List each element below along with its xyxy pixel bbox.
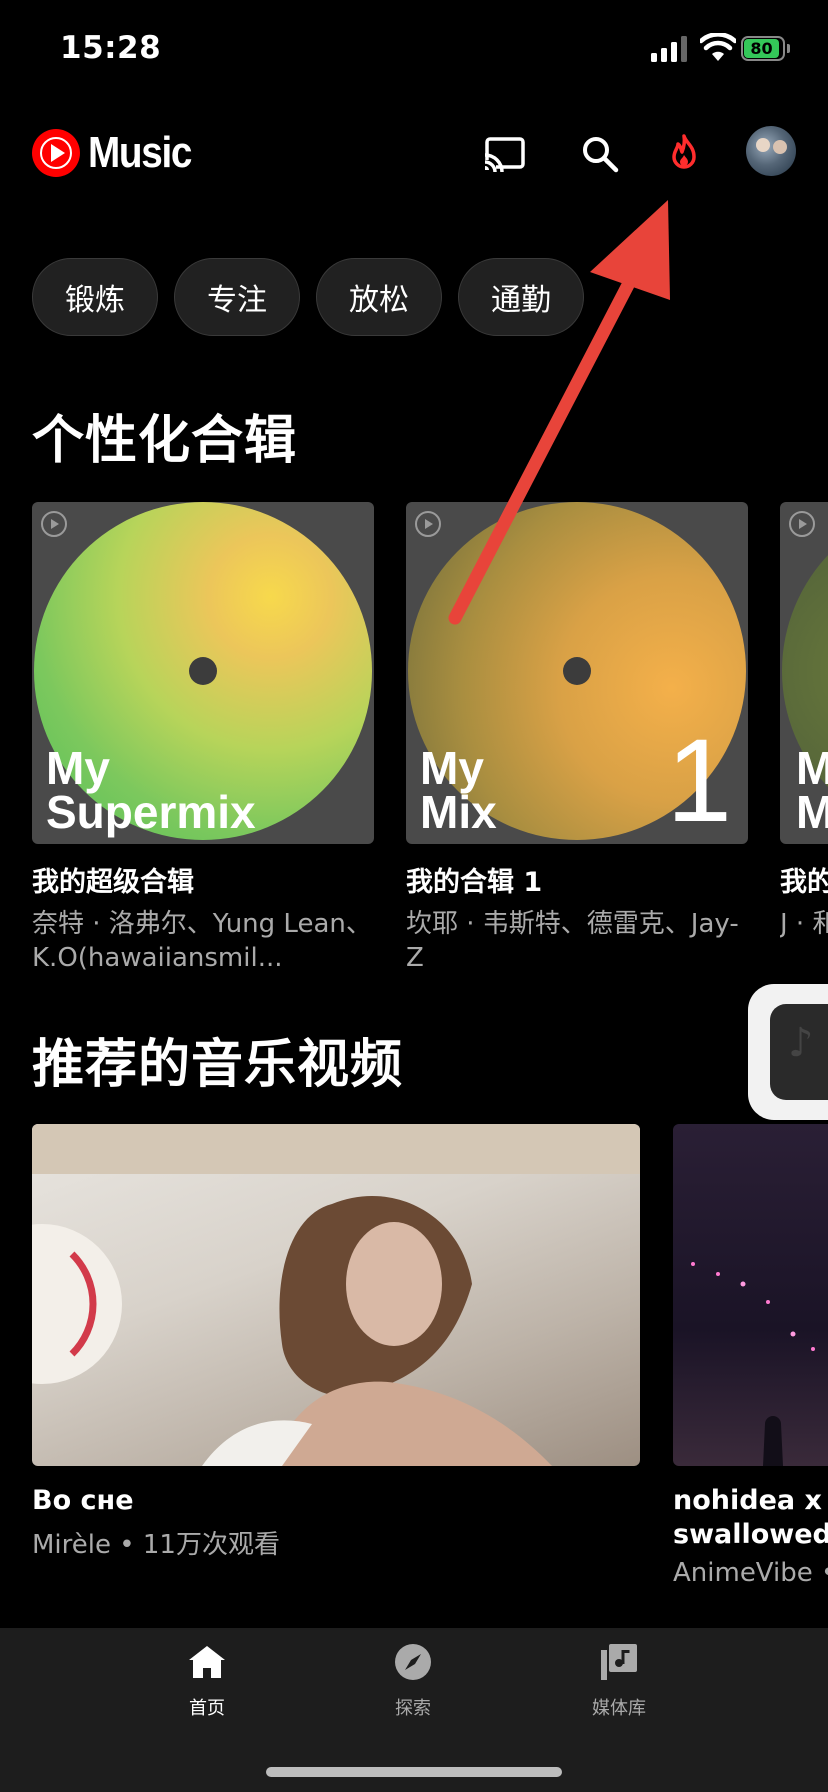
- nav-library-label: 媒体库: [592, 1698, 646, 1719]
- mix-art-label: My Supermix: [46, 742, 256, 838]
- app-header: Music: [0, 110, 828, 190]
- play-badge-icon: [415, 511, 441, 537]
- cast-icon[interactable]: [480, 130, 528, 178]
- home-indicator: [266, 1767, 562, 1777]
- mix-title: 我的超级合辑: [32, 867, 194, 898]
- chip-relax[interactable]: 放松: [316, 258, 442, 336]
- nav-home-label: 首页: [189, 1698, 225, 1719]
- mood-chips: 锻炼 专注 放松 通勤: [32, 258, 584, 336]
- home-icon: [189, 1646, 225, 1678]
- floating-miniplayer[interactable]: ♪: [748, 984, 828, 1120]
- compass-icon: [395, 1644, 431, 1680]
- play-badge-icon: [789, 511, 815, 537]
- avatar[interactable]: [746, 126, 796, 176]
- mix-card-partial[interactable]: M M 我的 J · 和 韦斯: [780, 502, 828, 941]
- section-title-videos: 推荐的音乐视频: [32, 1035, 404, 1095]
- status-time: 15:28: [60, 30, 162, 66]
- video-title: nohidea x ki swallowed n: [673, 1485, 828, 1550]
- nav-explore-label: 探索: [395, 1698, 431, 1719]
- status-bar: 15:28 80: [0, 0, 828, 100]
- section-title-mixes: 个性化合辑: [32, 411, 298, 471]
- video-title: Во сне: [32, 1485, 134, 1516]
- mix-card-mymix-1[interactable]: My Mix 1 我的合辑 1 坎耶 · 韦斯特、德雷克、Jay-Z: [406, 502, 748, 975]
- video-thumbnail: [32, 1124, 640, 1466]
- wifi-icon: [700, 33, 736, 61]
- play-badge-icon: [41, 511, 67, 537]
- battery-level: 80: [744, 39, 779, 58]
- signal-icon: [651, 36, 687, 62]
- battery-icon: 80: [741, 36, 791, 61]
- logo-text: Music: [88, 128, 192, 177]
- video-subtitle: Mirèle • 11万次观看: [32, 1530, 280, 1560]
- mix-art: My Supermix: [32, 502, 374, 844]
- mix-art-label: M M: [796, 742, 828, 838]
- youtube-music-logo[interactable]: Music: [32, 128, 205, 178]
- chip-focus[interactable]: 专注: [174, 258, 300, 336]
- mix-title: 我的: [780, 867, 828, 898]
- mix-subtitle: 坎耶 · 韦斯特、德雷克、Jay-Z: [406, 909, 739, 973]
- mix-subtitle: J · 和 韦斯: [780, 909, 828, 939]
- chip-workout[interactable]: 锻炼: [32, 258, 158, 336]
- video-card-1[interactable]: Во сне Mirèle • 11万次观看: [32, 1124, 640, 1561]
- chip-commute[interactable]: 通勤: [458, 258, 584, 336]
- video-thumbnail-illustration: [32, 1124, 640, 1466]
- video-thumbnail-illustration: [691, 1262, 815, 1466]
- mix-art: My Mix 1: [406, 502, 748, 844]
- video-thumbnail: [673, 1124, 828, 1466]
- search-icon[interactable]: [576, 130, 624, 178]
- mix-art: M M: [780, 502, 828, 844]
- nav-library[interactable]: 媒体库: [559, 1640, 679, 1720]
- mix-subtitle: 奈特 · 洛弗尔、Yung Lean、K.O(hawaiiansmil...: [32, 909, 372, 973]
- nav-home[interactable]: 首页: [147, 1640, 267, 1720]
- youtube-music-logo-icon: [32, 129, 80, 177]
- music-note-icon: ♪: [788, 1020, 814, 1066]
- mix-card-supermix[interactable]: My Supermix 我的超级合辑 奈特 · 洛弗尔、Yung Lean、K.…: [32, 502, 374, 975]
- video-card-2[interactable]: nohidea x ki swallowed n AnimeVibe •: [673, 1124, 828, 1588]
- video-subtitle: AnimeVibe •: [673, 1558, 828, 1588]
- nav-explore[interactable]: 探索: [353, 1640, 473, 1720]
- mix-art-label: My Mix: [420, 742, 497, 838]
- mix-art-number: 1: [666, 715, 732, 844]
- library-icon: [601, 1644, 637, 1680]
- mix-title: 我的合辑 1: [406, 867, 543, 898]
- fire-icon[interactable]: [660, 130, 708, 178]
